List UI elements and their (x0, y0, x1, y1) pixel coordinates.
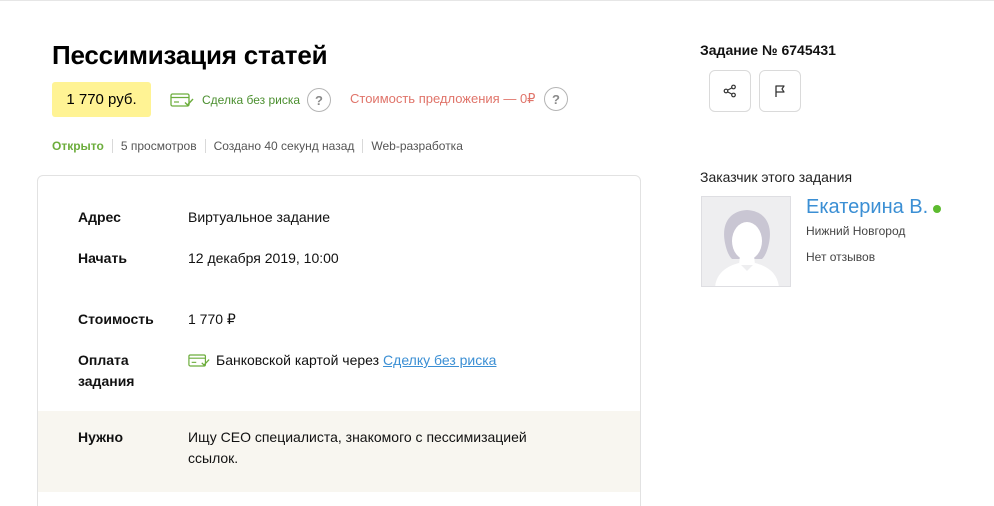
offer-cost-help-button[interactable]: ? (544, 87, 568, 111)
category[interactable]: Web-разработка (362, 139, 470, 153)
created-time: Создано 40 секунд назад (204, 139, 363, 153)
start-label: Начать (78, 250, 127, 266)
payment-text: Банковской картой через (216, 352, 380, 368)
start-value: 12 декабря 2019, 10:00 (188, 250, 339, 266)
safe-deal-label: Сделка без риска (202, 93, 301, 107)
online-status-icon (933, 204, 942, 213)
customer-heading: Заказчик этого задания (700, 169, 853, 185)
customer-city: Нижний Новгород (806, 224, 906, 238)
payment-value: Банковской картой через Сделку без риска (188, 350, 496, 371)
safe-deal-help-button[interactable]: ? (307, 88, 331, 112)
top-divider (0, 0, 994, 1)
customer-reviews[interactable]: Нет отзывов (806, 250, 875, 264)
customer-name[interactable]: Екатерина В. (806, 196, 942, 219)
customer-name-text[interactable]: Екатерина В. (806, 196, 928, 219)
status-badge: Открыто (52, 139, 104, 153)
need-label: Нужно (78, 429, 124, 445)
need-value: Ищу СЕО специалиста, знакомого с пессими… (188, 429, 527, 466)
task-details-card: Адрес Виртуальное задание Начать 12 дека… (37, 175, 641, 506)
credit-card-check-icon (170, 93, 194, 107)
report-button[interactable] (759, 70, 801, 112)
cost-value: 1 770 ₽ (188, 311, 236, 327)
safe-deal-link[interactable]: Сделку без риска (383, 350, 496, 371)
address-label: Адрес (78, 209, 121, 225)
page-title: Пессимизация статей (52, 40, 328, 70)
user-silhouette-icon (715, 210, 779, 286)
share-button[interactable] (709, 70, 751, 112)
price-badge: 1 770 руб. (52, 82, 151, 117)
offer-cost: Стоимость предложения — 0₽ (350, 91, 536, 106)
address-value: Виртуальное задание (188, 209, 330, 225)
avatar[interactable] (701, 196, 791, 287)
task-meta: Открыто 5 просмотров Создано 40 секунд н… (52, 139, 471, 153)
credit-card-check-icon (188, 354, 210, 367)
cost-label: Стоимость (78, 311, 154, 327)
payment-label: Оплата задания (78, 352, 135, 389)
flag-icon (775, 85, 785, 97)
task-number: Задание № 6745431 (700, 42, 836, 58)
share-icon (723, 84, 736, 98)
views-count: 5 просмотров (111, 139, 205, 153)
safe-deal[interactable]: Сделка без риска (170, 88, 300, 112)
